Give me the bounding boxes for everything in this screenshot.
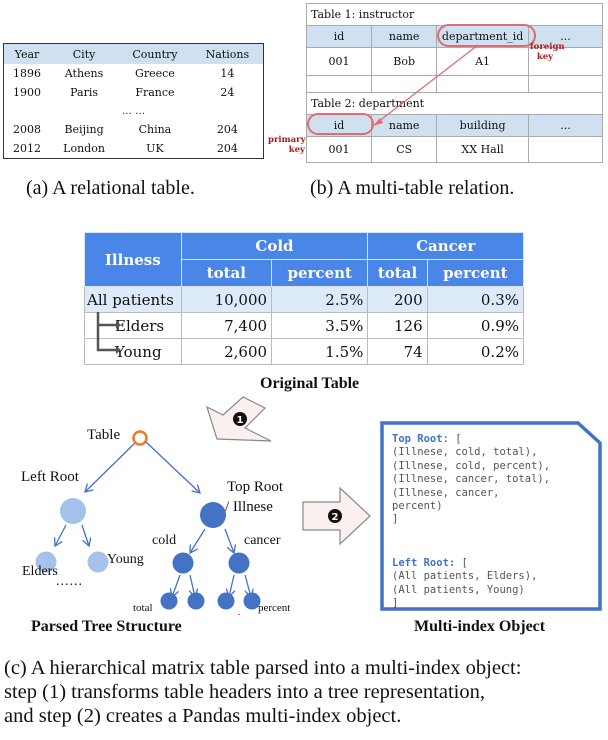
tree-edge [81, 524, 89, 546]
young-label: Young [107, 552, 144, 567]
table-cell: 7,400 [180, 312, 273, 339]
elders-label: Elders [22, 564, 58, 579]
root-label: Table [87, 427, 120, 443]
table-cell: 200 [367, 286, 428, 313]
table-cell: 1.5% [271, 338, 369, 365]
table-cell: 10,000 [180, 286, 273, 313]
group-header-cold: Cold [180, 232, 369, 260]
tree-edge [55, 524, 67, 546]
subcolumn-header: percent [271, 259, 369, 287]
table-cell: 3.5% [271, 312, 369, 339]
leaf-node [217, 592, 235, 610]
foreign-key-label: foreign key [530, 42, 565, 62]
top-root-label: Top Root [227, 479, 284, 495]
table-cell: 2.5% [271, 286, 369, 313]
parsed-tree-diagram: Table Left Root Elders Young ...... Top … [21, 427, 290, 615]
row-hierarchy-connector-icon [96, 312, 121, 354]
group-header-cancer: Cancer [367, 232, 524, 260]
table-cell: 74 [367, 338, 428, 365]
leaf-node [187, 592, 205, 610]
left-root-key: Left Root [392, 557, 449, 569]
original-table-title: Original Table [260, 375, 360, 392]
subcolumn-header: total [367, 259, 428, 287]
corner-header: Illness [84, 232, 182, 287]
top-root-sublabel: / Illnese [225, 499, 273, 515]
leaf-label: total [221, 612, 241, 615]
leaf-label: percent [172, 612, 204, 615]
leaf-label: percent [258, 602, 290, 614]
caption-b: (b) A multi-table relation. [310, 177, 515, 199]
step2-arrow-icon: 2 [302, 487, 371, 546]
tree-title: Parsed Tree Structure [31, 618, 182, 635]
multi-index-title: Multi-index Object [414, 618, 546, 635]
table-row: Elders 7,400 3.5% 126 0.9% [84, 312, 525, 339]
left-root-code: Left Root: [ (All patients, Elders), (Al… [392, 557, 538, 610]
table-row: All patients 10,000 2.5% 200 0.3% [84, 286, 525, 313]
tree-edge [145, 441, 200, 493]
top-root-node [200, 502, 226, 528]
subcolumn-header: percent [426, 259, 525, 287]
left-root-node [60, 498, 86, 524]
leaf-node [160, 592, 178, 610]
table-cell: 2,600 [180, 338, 273, 365]
root-node [132, 430, 148, 446]
tree-edge [190, 528, 206, 553]
table-cell: 126 [367, 312, 428, 339]
caption-a: (a) A relational table. [26, 177, 195, 199]
cold-node [172, 552, 194, 574]
step2-label: 2 [332, 512, 339, 523]
top-root-key: Top Root [392, 433, 443, 445]
primary-key-label: primary key [268, 135, 306, 155]
young-node [87, 551, 109, 573]
hierarchical-matrix-table: Illness Cold Cancer total percent total … [84, 232, 525, 365]
caption-c: (c) A hierarchical matrix table parsed i… [4, 657, 522, 727]
table-cell: 0.9% [426, 312, 525, 339]
table-cell: 0.3% [426, 286, 525, 313]
cancer-label: cancer [244, 533, 281, 548]
table-row: Young 2,600 1.5% 74 0.2% [84, 338, 525, 365]
cancer-node [228, 552, 250, 574]
leaf-label: total [133, 602, 153, 614]
tree-edge [85, 441, 137, 492]
left-more-ellipsis: ...... [56, 574, 83, 589]
tree-edge [224, 528, 234, 553]
top-root-code: Top Root: [ (Illnese, cold, total), (Ill… [392, 433, 551, 526]
left-root-label: Left Root [21, 469, 80, 485]
row-header: All patients [84, 286, 182, 313]
subcolumn-header: total [180, 259, 273, 287]
table-cell: 0.2% [426, 338, 525, 365]
cold-label: cold [152, 533, 176, 548]
